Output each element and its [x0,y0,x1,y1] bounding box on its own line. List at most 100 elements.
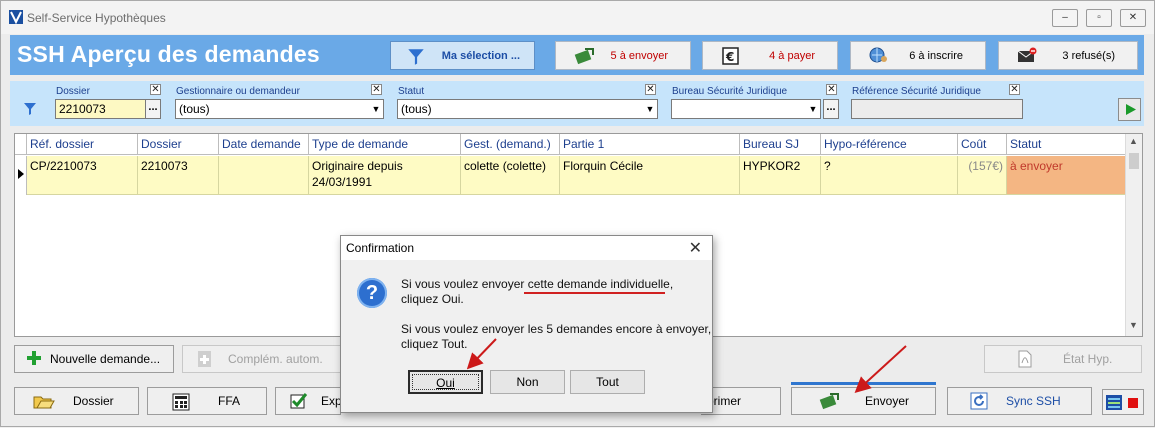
new-request-button[interactable]: Nouvelle demande... [14,345,174,373]
page-title: SSH Aperçu des demandes [17,41,320,67]
yes-button-label: Oui [436,376,455,390]
status-filter-select[interactable]: (tous) ▼ [397,99,658,119]
col-header-type[interactable]: Type de demande [309,134,461,155]
calculator-icon [172,393,190,411]
col-header-gest[interactable]: Gest. (demand.) [461,134,560,155]
clear-status-filter-icon[interactable]: ✕ [645,84,656,95]
auto-complement-button[interactable]: Complém. autom. [182,345,342,373]
dialog-line1-suffix: , [669,277,674,291]
dialog-title: Confirmation [346,241,415,255]
window-title: Self-Service Hypothèques [27,11,166,25]
no-button[interactable]: Non [490,370,565,394]
status-indicator[interactable] [1102,389,1144,415]
app-logo-icon [9,10,23,24]
col-header-status[interactable]: Statut [1007,134,1126,155]
export-button[interactable]: Exp [275,387,342,415]
dossier-button[interactable]: Dossier [14,387,139,415]
list-layers-icon [1106,395,1122,410]
grid-scrollbar[interactable]: ▲ ▼ [1125,134,1142,336]
cell-cost[interactable]: (157€) [958,156,1007,195]
red-square-icon [1128,398,1138,408]
cell-bureau[interactable]: HYPKOR2 [740,156,821,195]
col-header-date[interactable]: Date demande [219,134,309,155]
row-pointer-icon [18,169,24,179]
folder-open-icon [33,396,55,409]
apply-filter-button[interactable] [1118,98,1141,121]
all-button-label: Tout [596,375,619,389]
print-button[interactable]: primer [701,387,781,415]
chevron-down-icon: ▼ [645,104,655,114]
cell-status[interactable]: à envoyer [1007,156,1126,195]
maximize-button[interactable]: ▫ [1086,9,1112,27]
reference-filter-input[interactable] [851,99,1023,119]
to-pay-button[interactable]: € 4 à payer [702,41,838,70]
send-button[interactable]: Envoyer [791,387,936,415]
col-header-cost[interactable]: Coût [958,134,1007,155]
send-money-icon [819,393,839,410]
dialog-message-2: cliquez Oui. [401,292,464,306]
col-header-dossier[interactable]: Dossier [138,134,219,155]
dialog-message-3: Si vous voulez envoyer les 5 demandes en… [401,322,712,336]
clear-manager-filter-icon[interactable]: ✕ [371,84,382,95]
refused-button[interactable]: 3 refusé(s) [998,41,1138,70]
sync-ssh-button[interactable]: Sync SSH [947,387,1092,415]
bureau-filter-label: Bureau Sécurité Juridique [672,86,788,97]
emphasis-underline [524,292,665,294]
hyp-state-button[interactable]: État Hyp. [984,345,1142,373]
bureau-filter-select[interactable]: ▼ [671,99,821,119]
send-button-highlight [791,382,936,385]
minimize-button[interactable]: – [1052,9,1078,27]
to-register-button[interactable]: 6 à inscrire [850,41,986,70]
clear-bureau-filter-icon[interactable]: ✕ [826,84,837,95]
dialog-message-4: cliquez Tout. [401,337,468,351]
to-send-button[interactable]: 5 à envoyer [555,41,691,70]
close-window-button[interactable]: ✕ [1120,9,1146,27]
row-selector[interactable] [15,156,27,195]
grid-corner [15,134,27,155]
col-header-partie[interactable]: Partie 1 [560,134,740,155]
bureau-browse-button[interactable]: ... [823,99,839,119]
manager-filter-label: Gestionnaire ou demandeur [176,86,300,97]
scroll-down-icon[interactable]: ▼ [1129,320,1138,330]
cell-partie[interactable]: Florquin Cécile [560,156,740,195]
col-header-bureau[interactable]: Bureau SJ [740,134,821,155]
title-bar: Self-Service Hypothèques – ▫ ✕ [1,1,1154,34]
dossier-filter-input[interactable]: 2210073 [55,99,146,119]
cell-hypo[interactable]: ? [821,156,958,195]
yes-button[interactable]: Oui [408,370,483,394]
confirmation-dialog: Confirmation ✕ ? Si vous voulez envoyer … [340,235,713,413]
chevron-down-icon: ▼ [808,104,818,114]
pdf-icon [1018,350,1032,368]
dialog-line1-prefix: Si vous voulez envoyer [401,277,528,291]
filter-funnel-icon [24,103,36,115]
clear-reference-filter-icon[interactable]: ✕ [1009,84,1020,95]
status-filter-value: (tous) [401,102,432,116]
cell-ref[interactable]: CP/2210073 [27,156,138,195]
col-header-ref[interactable]: Réf. dossier [27,134,138,155]
cell-dossier[interactable]: 2210073 [138,156,219,195]
filter-bar: Dossier ✕ 2210073 ... Gestionnaire ou de… [10,81,1144,126]
dossier-browse-button[interactable]: ... [145,99,161,119]
scroll-thumb[interactable] [1129,153,1139,169]
status-filter-label: Statut [398,86,425,97]
dialog-close-icon[interactable]: ✕ [689,238,702,258]
col-header-hypo[interactable]: Hypo-référence [821,134,958,155]
dialog-title-bar: Confirmation ✕ [341,236,712,260]
reference-filter-label: Référence Sécurité Juridique [852,86,981,97]
scroll-up-icon[interactable]: ▲ [1129,136,1138,146]
clear-dossier-filter-icon[interactable]: ✕ [150,84,161,95]
refresh-icon [970,392,988,410]
cell-date[interactable] [219,156,309,195]
cell-gest[interactable]: colette (colette) [461,156,560,195]
plus-icon [27,351,41,365]
dialog-message-1: Si vous voulez envoyer cette demande ind… [401,277,673,292]
cell-type[interactable]: Originaire depuis 24/03/1991 [309,156,461,195]
manager-filter-select[interactable]: (tous) ▼ [175,99,384,119]
play-icon [1126,104,1136,115]
chevron-down-icon: ▼ [371,104,381,114]
app-window: Self-Service Hypothèques – ▫ ✕ SSH Aperç… [0,0,1155,427]
all-button[interactable]: Tout [570,370,645,394]
ffa-button[interactable]: FFA [147,387,267,415]
export-check-icon [290,393,308,409]
my-selection-button[interactable]: Ma sélection ... [390,41,535,70]
